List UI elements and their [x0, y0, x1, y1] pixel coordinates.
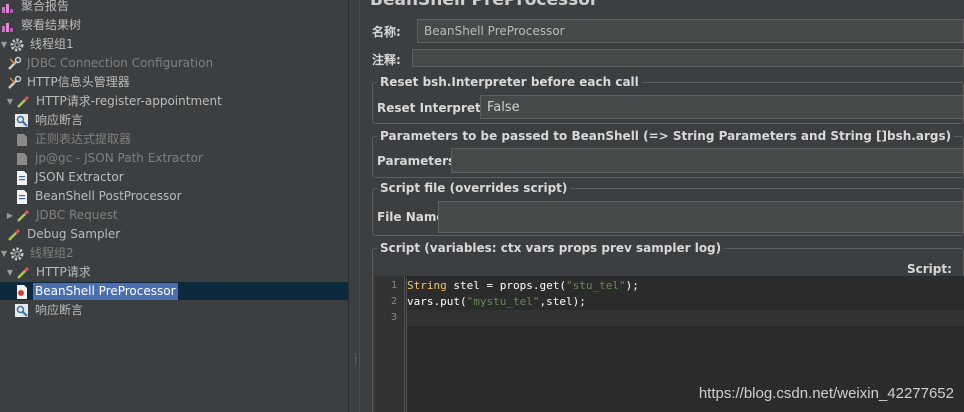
name-label: 名称:: [372, 25, 401, 39]
tree-item-label: Debug Sampler: [27, 227, 121, 241]
tree-item-label: JSON Extractor: [35, 170, 124, 184]
extractor-icon: [14, 132, 30, 148]
line-number: 3: [390, 312, 397, 323]
reset-interpreter-field[interactable]: False: [480, 95, 964, 119]
gear-icon: [9, 37, 25, 53]
line-number-gutter: 1 2 3: [375, 276, 405, 412]
tree-item-label: 察看结果树: [21, 18, 82, 32]
tree-item-label: JDBC Request: [36, 208, 118, 222]
code-text: vars.put(: [407, 295, 467, 308]
document-icon: [14, 189, 30, 205]
comment-field[interactable]: [412, 49, 964, 67]
file-name-field[interactable]: [438, 201, 964, 233]
code-string: "stu_tel": [565, 279, 626, 292]
line-number: 1: [390, 280, 397, 291]
code-text: ,stel);: [539, 295, 586, 308]
tree-item[interactable]: 察看结果树: [0, 16, 83, 35]
tree-item[interactable]: 聚合报告: [0, 0, 71, 16]
reset-group-legend: Reset bsh.Interpreter before each call: [377, 75, 642, 89]
collapse-arrow-icon[interactable]: ▼: [6, 97, 14, 106]
divider-grip-icon[interactable]: ⋮ ⋮: [352, 354, 360, 366]
magnifier-icon: [14, 303, 30, 319]
report-icon: [0, 18, 16, 34]
document-icon: [14, 170, 30, 186]
tree-item[interactable]: 正则表达式提取器: [14, 130, 133, 149]
watermark-text: https://blog.csdn.net/weixin_42277652: [698, 385, 954, 402]
extractor-icon: [14, 151, 30, 167]
script-label: Script:: [907, 262, 952, 276]
tree-item[interactable]: ▼ 线程组1: [0, 35, 76, 54]
tree-item[interactable]: ▶ JDBC Request: [6, 206, 120, 225]
tree-item[interactable]: jp@gc - JSON Path Extractor: [14, 149, 205, 168]
report-icon: [0, 0, 16, 15]
comment-label: 注释:: [372, 53, 401, 67]
tree-item-label: BeanShell PostProcessor: [35, 189, 182, 203]
tree-item[interactable]: HTTP信息头管理器: [6, 73, 132, 92]
tree-item-label: 线程组2: [30, 246, 74, 260]
parameters-group-legend: Parameters to be passed to BeanShell (=>…: [377, 129, 955, 143]
code-keyword: String: [407, 279, 447, 292]
tree-item-label: HTTP请求: [36, 265, 91, 279]
tree-item-label: 响应断言: [35, 303, 84, 317]
collapse-arrow-icon[interactable]: ▼: [6, 268, 14, 277]
tree-item[interactable]: Debug Sampler: [6, 225, 122, 244]
code-line-2[interactable]: vars.put("mystu_tel",stel);: [407, 295, 586, 308]
wrench-icon: [6, 75, 22, 91]
pipette-icon: [15, 265, 31, 281]
tree-item[interactable]: JDBC Connection Configuration: [6, 54, 215, 73]
tree-item[interactable]: JSON Extractor: [14, 168, 126, 187]
tree-item[interactable]: BeanShell PreProcessor: [14, 282, 178, 301]
tree-item[interactable]: ▼ HTTP请求: [6, 263, 93, 282]
document-red-icon: [14, 284, 30, 300]
code-string: "mystu_tel": [466, 295, 540, 308]
tree-item-label: 聚合报告: [21, 0, 70, 13]
tree-item-label: BeanShell PreProcessor: [33, 283, 178, 300]
tree-item-label: HTTP信息头管理器: [27, 75, 130, 89]
pipette-icon: [6, 227, 22, 243]
test-plan-tree[interactable]: 聚合报告察看结果树 ▼ 线程组1 JDBC Connection Configurat…: [0, 0, 348, 412]
tree-item[interactable]: BeanShell PostProcessor: [14, 187, 184, 206]
script-file-group-legend: Script file (overrides script): [377, 181, 571, 195]
tree-item[interactable]: ▼ 线程组2: [0, 244, 76, 263]
tree-item[interactable]: ▼ HTTP请求-register-appointment: [6, 92, 224, 111]
pipette-icon: [15, 208, 31, 224]
code-line-1[interactable]: String stel = props.get("stu_tel");: [407, 279, 639, 292]
parameters-field[interactable]: [451, 148, 964, 173]
collapse-arrow-icon[interactable]: ▼: [0, 249, 8, 258]
gear-icon: [9, 246, 25, 262]
tree-item[interactable]: 响应断言: [14, 111, 85, 130]
line-number: 2: [390, 296, 397, 307]
parameters-label: Parameters:: [377, 154, 460, 168]
beanshell-preprocessor-panel: BeanShell PreProcessor 名称: BeanShell Pre…: [360, 0, 964, 412]
script-group-legend: Script (variables: ctx vars props prev s…: [377, 241, 725, 255]
pipette-icon: [15, 94, 31, 110]
tree-item-label: 正则表达式提取器: [35, 132, 132, 146]
code-text: );: [625, 279, 639, 292]
tree-item-label: jp@gc - JSON Path Extractor: [35, 151, 203, 165]
tree-item[interactable]: 响应断言: [14, 301, 85, 320]
tree-item-label: JDBC Connection Configuration: [27, 56, 214, 70]
current-line-highlight: [406, 310, 964, 326]
tree-item-label: 线程组1: [30, 37, 74, 51]
code-text: stel = props.get(: [446, 279, 566, 292]
collapse-arrow-icon[interactable]: ▼: [0, 40, 8, 49]
tree-item-label: 响应断言: [35, 113, 84, 127]
expand-arrow-icon[interactable]: ▶: [6, 211, 14, 220]
magnifier-icon: [14, 113, 30, 129]
panel-title: BeanShell PreProcessor: [370, 0, 599, 10]
tree-item-label: HTTP请求-register-appointment: [36, 94, 222, 108]
wrench-icon: [6, 56, 22, 72]
name-field[interactable]: BeanShell PreProcessor: [417, 19, 964, 43]
split-pane-divider[interactable]: ⋮ ⋮: [348, 0, 360, 412]
